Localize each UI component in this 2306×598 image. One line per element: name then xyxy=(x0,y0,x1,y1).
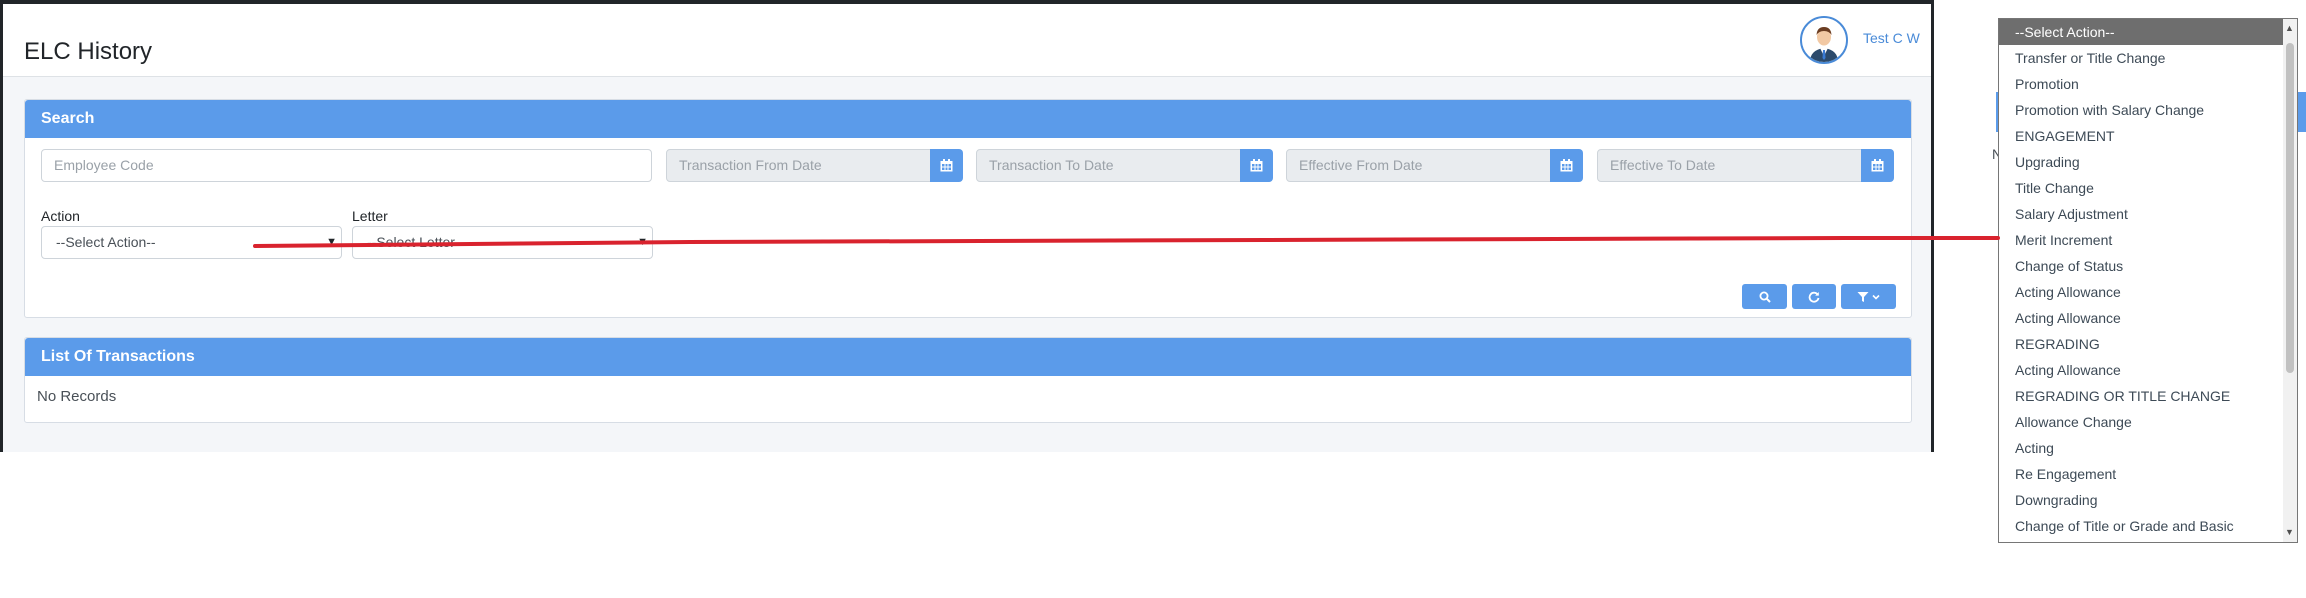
annotation-line xyxy=(253,236,2000,248)
